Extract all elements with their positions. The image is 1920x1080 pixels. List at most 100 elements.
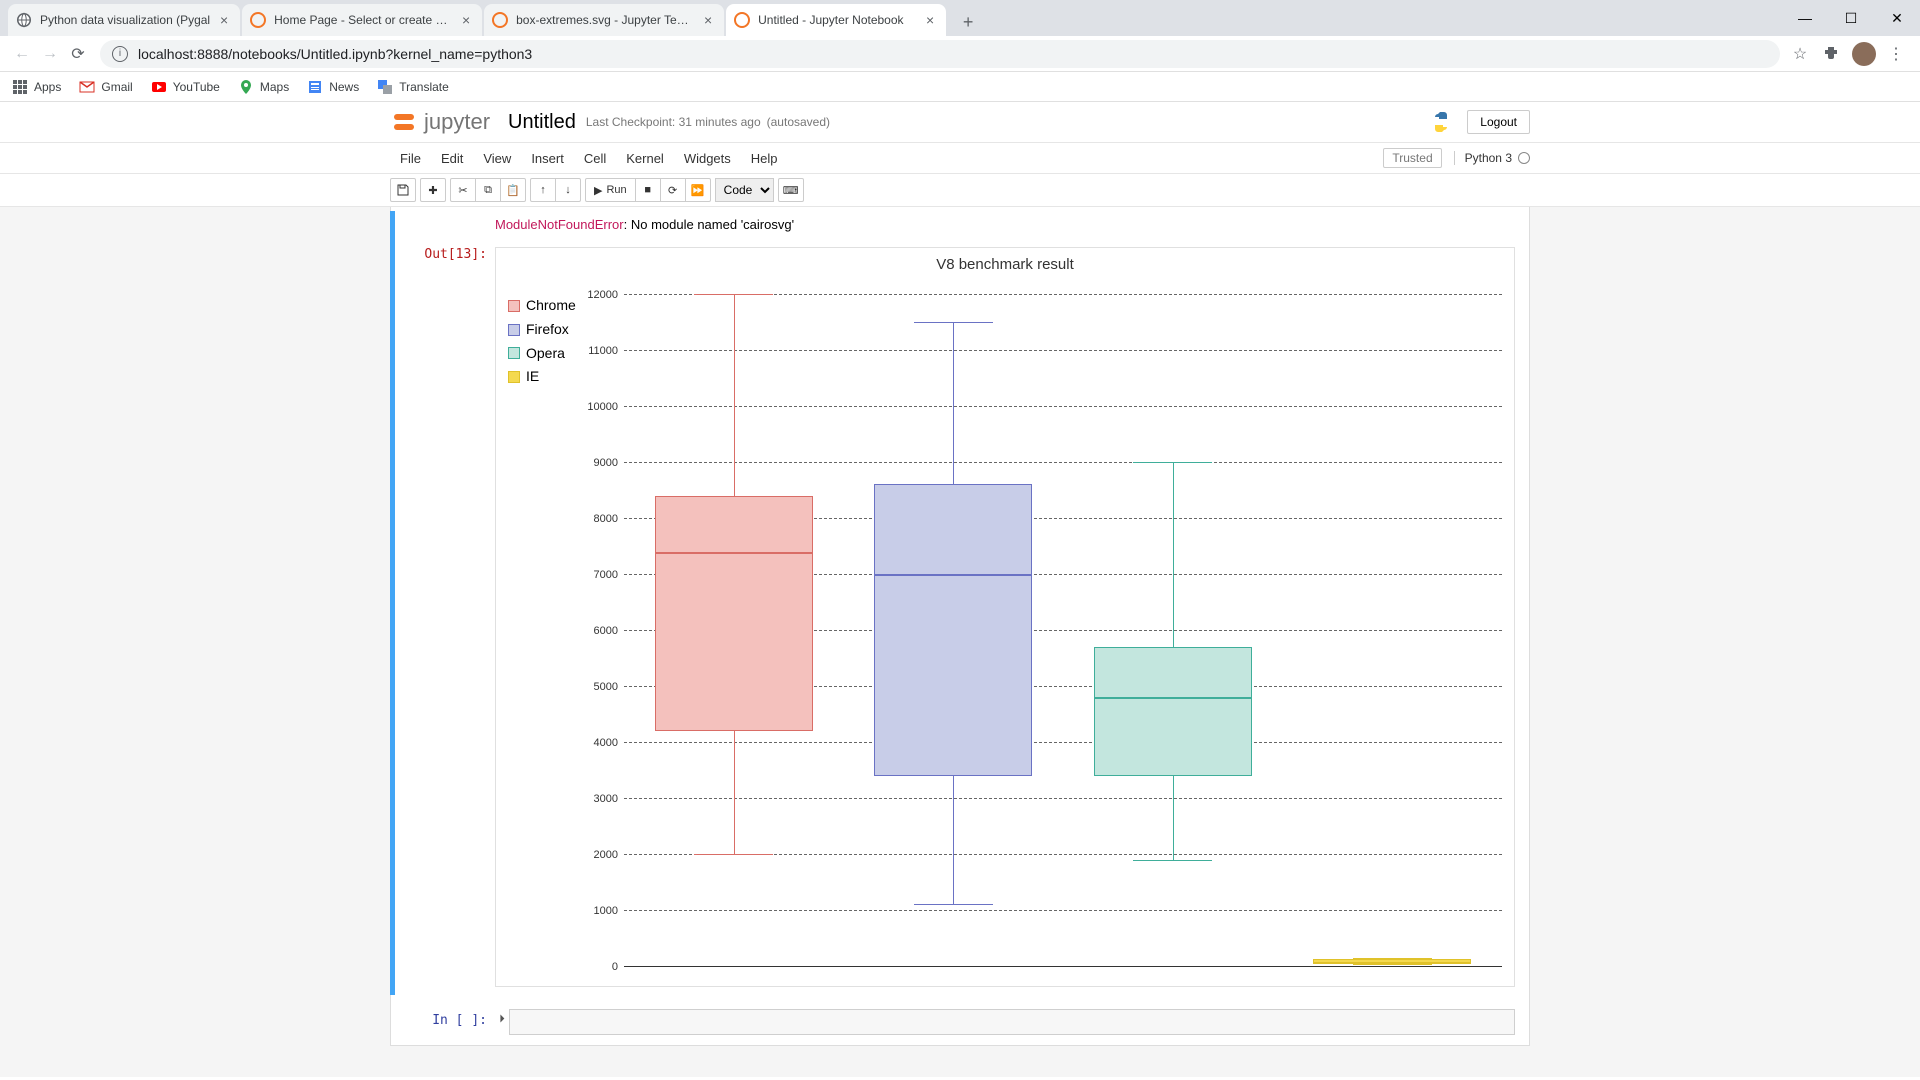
bookmark-label: YouTube bbox=[173, 80, 220, 94]
maximize-button[interactable]: ☐ bbox=[1828, 0, 1874, 36]
jupyter-icon bbox=[492, 12, 508, 28]
notebook-area[interactable]: ModuleNotFoundError: No module named 'ca… bbox=[0, 207, 1920, 1077]
menu-edit[interactable]: Edit bbox=[431, 151, 473, 166]
close-icon[interactable]: × bbox=[216, 12, 232, 28]
menu-widgets[interactable]: Widgets bbox=[674, 151, 741, 166]
error-text: ModuleNotFoundError: No module named 'ca… bbox=[495, 211, 794, 243]
youtube-icon bbox=[151, 79, 167, 95]
close-icon[interactable]: × bbox=[700, 12, 716, 28]
code-input[interactable] bbox=[509, 1009, 1515, 1035]
jupyter-logo-text: jupyter bbox=[424, 109, 490, 135]
paste-button[interactable]: 📋 bbox=[500, 178, 526, 202]
reload-button[interactable]: ⟳ bbox=[64, 40, 92, 68]
chart-title: V8 benchmark result bbox=[496, 248, 1514, 273]
error-message: : No module named 'cairosvg' bbox=[624, 217, 794, 232]
gmail-icon bbox=[79, 79, 95, 95]
jupyter-icon bbox=[734, 12, 750, 28]
output-cell-chart: Out[13]: V8 benchmark result ChromeFiref… bbox=[391, 243, 1523, 995]
address-bar: ← → ⟳ i localhost:8888/notebooks/Untitle… bbox=[0, 36, 1920, 72]
in-prompt: In [ ]: bbox=[391, 1009, 495, 1035]
bookmark-label: Translate bbox=[399, 80, 449, 94]
site-info-icon[interactable]: i bbox=[112, 46, 128, 62]
tab-jupyter-home[interactable]: Home Page - Select or create a n × bbox=[242, 4, 482, 36]
tab-pygal[interactable]: Python data visualization (Pygal × bbox=[8, 4, 240, 36]
legend-item-ie: IE bbox=[508, 365, 576, 389]
kernel-label: Python 3 bbox=[1465, 151, 1512, 165]
cell-run-icon[interactable]: ⏵ bbox=[495, 1009, 509, 1035]
back-button[interactable]: ← bbox=[8, 40, 36, 68]
url-input[interactable]: i localhost:8888/notebooks/Untitled.ipyn… bbox=[100, 40, 1780, 68]
bookmark-translate[interactable]: Translate bbox=[377, 79, 449, 95]
insert-cell-button[interactable]: ✚ bbox=[420, 178, 446, 202]
bookmark-gmail[interactable]: Gmail bbox=[79, 79, 132, 95]
command-palette-button[interactable]: ⌨ bbox=[778, 178, 804, 202]
bookmark-label: Apps bbox=[34, 80, 61, 94]
jupyter-icon bbox=[250, 12, 266, 28]
notebook-title[interactable]: Untitled bbox=[508, 111, 576, 134]
toolbar: ✚ ✂ ⧉ 📋 ↑ ↓ ▶ Run ■ ⟳ ⏩ Code ⌨ bbox=[0, 174, 1920, 207]
move-up-button[interactable]: ↑ bbox=[530, 178, 556, 202]
autosaved-text: (autosaved) bbox=[767, 115, 830, 129]
copy-button[interactable]: ⧉ bbox=[475, 178, 501, 202]
tab-label: box-extremes.svg - Jupyter Text E bbox=[516, 13, 694, 27]
menu-help[interactable]: Help bbox=[741, 151, 788, 166]
tab-label: Home Page - Select or create a n bbox=[274, 13, 452, 27]
chart-output: V8 benchmark result ChromeFirefoxOperaIE… bbox=[495, 247, 1515, 987]
menu-file[interactable]: File bbox=[390, 151, 431, 166]
profile-avatar[interactable] bbox=[1852, 42, 1876, 66]
chart-legend: ChromeFirefoxOperaIE bbox=[508, 294, 576, 389]
tab-svg-editor[interactable]: box-extremes.svg - Jupyter Text E × bbox=[484, 4, 724, 36]
run-button[interactable]: ▶ Run bbox=[585, 178, 636, 202]
error-name: ModuleNotFoundError bbox=[495, 217, 624, 232]
save-button[interactable] bbox=[390, 178, 416, 202]
bookmark-news[interactable]: News bbox=[307, 79, 359, 95]
trusted-indicator[interactable]: Trusted bbox=[1383, 148, 1441, 168]
bookmark-label: Gmail bbox=[101, 80, 132, 94]
apps-icon bbox=[12, 79, 28, 95]
menu-kernel[interactable]: Kernel bbox=[616, 151, 674, 166]
menubar: File Edit View Insert Cell Kernel Widget… bbox=[0, 143, 1920, 174]
minimize-button[interactable]: — bbox=[1782, 0, 1828, 36]
bookmark-apps[interactable]: Apps bbox=[12, 79, 61, 95]
bookmark-youtube[interactable]: YouTube bbox=[151, 79, 220, 95]
window-controls: — ☐ ✕ bbox=[1782, 0, 1920, 36]
globe-icon bbox=[16, 12, 32, 28]
logout-button[interactable]: Logout bbox=[1467, 110, 1530, 134]
restart-button[interactable]: ⟳ bbox=[660, 178, 686, 202]
chrome-menu-icon[interactable]: ⋮ bbox=[1884, 42, 1908, 66]
interrupt-button[interactable]: ■ bbox=[635, 178, 661, 202]
box-firefox bbox=[874, 484, 1032, 775]
restart-run-all-button[interactable]: ⏩ bbox=[685, 178, 711, 202]
menu-view[interactable]: View bbox=[473, 151, 521, 166]
move-down-button[interactable]: ↓ bbox=[555, 178, 581, 202]
extensions-icon[interactable] bbox=[1820, 42, 1844, 66]
out-prompt: Out[13]: bbox=[391, 243, 495, 995]
kernel-idle-icon bbox=[1518, 152, 1530, 164]
cut-button[interactable]: ✂ bbox=[450, 178, 476, 202]
menu-insert[interactable]: Insert bbox=[521, 151, 574, 166]
translate-icon bbox=[377, 79, 393, 95]
input-cell-empty[interactable]: In [ ]: ⏵ bbox=[391, 1009, 1523, 1035]
box-chrome bbox=[655, 496, 813, 731]
tab-label: Untitled - Jupyter Notebook bbox=[758, 13, 916, 27]
output-cell-error: ModuleNotFoundError: No module named 'ca… bbox=[391, 211, 1523, 243]
bookmark-maps[interactable]: Maps bbox=[238, 79, 289, 95]
kernel-indicator[interactable]: Python 3 bbox=[1454, 151, 1530, 165]
new-tab-button[interactable]: + bbox=[954, 8, 982, 36]
jupyter-logo[interactable]: jupyter bbox=[390, 108, 490, 136]
bookmark-star-icon[interactable]: ☆ bbox=[1788, 42, 1812, 66]
forward-button[interactable]: → bbox=[36, 40, 64, 68]
cell-type-select[interactable]: Code bbox=[715, 178, 774, 202]
close-icon[interactable]: × bbox=[922, 12, 938, 28]
close-icon[interactable]: × bbox=[458, 12, 474, 28]
close-window-button[interactable]: ✕ bbox=[1874, 0, 1920, 36]
url-text: localhost:8888/notebooks/Untitled.ipynb?… bbox=[138, 46, 532, 62]
legend-item-chrome: Chrome bbox=[508, 294, 576, 318]
tab-notebook[interactable]: Untitled - Jupyter Notebook × bbox=[726, 4, 946, 36]
checkpoint-text: Last Checkpoint: 31 minutes ago bbox=[586, 115, 761, 129]
legend-item-firefox: Firefox bbox=[508, 318, 576, 342]
news-icon bbox=[307, 79, 323, 95]
bookmark-label: Maps bbox=[260, 80, 289, 94]
menu-cell[interactable]: Cell bbox=[574, 151, 616, 166]
jupyter-logo-icon bbox=[390, 108, 418, 136]
